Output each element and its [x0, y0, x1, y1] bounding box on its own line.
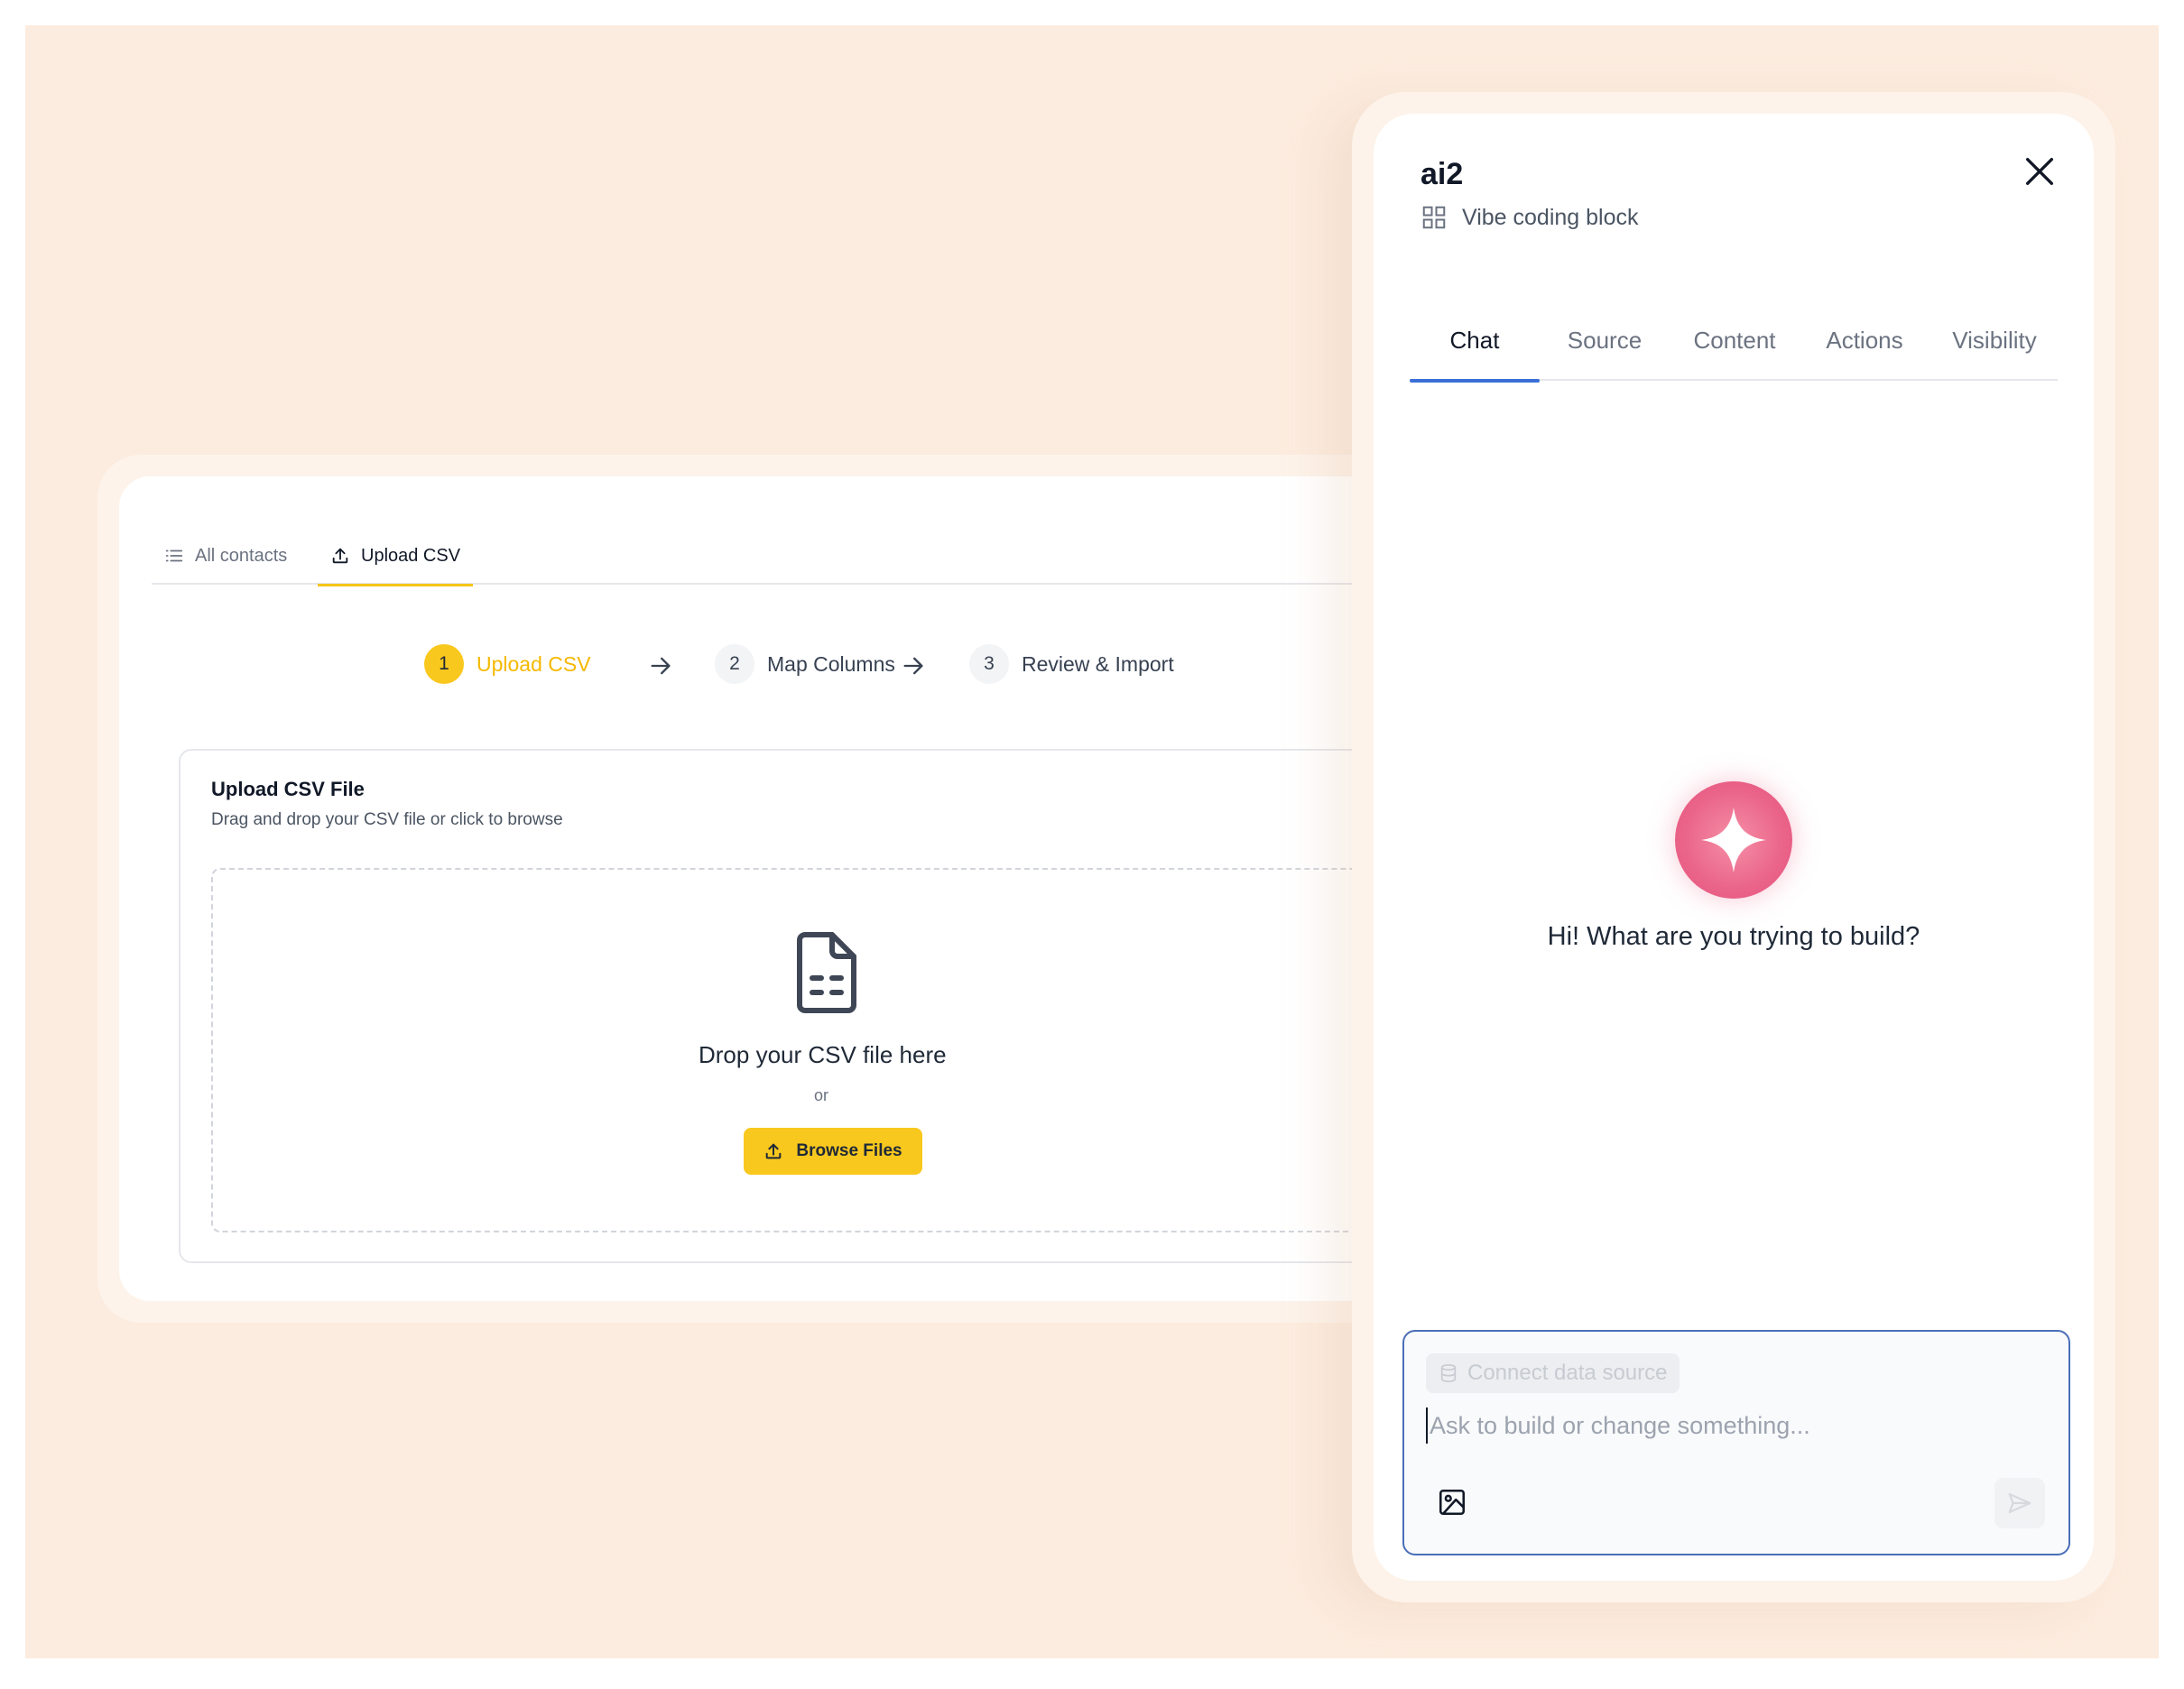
- panel-subtitle: Vibe coding block: [1421, 204, 1639, 231]
- arrow-right-icon: [903, 657, 923, 675]
- tab-all-contacts[interactable]: All contacts: [152, 527, 300, 585]
- contacts-tabs: All contacts Upload CSV: [152, 527, 1410, 586]
- send-icon: [2008, 1492, 2031, 1514]
- tab-source[interactable]: Source: [1540, 323, 1670, 381]
- database-icon: [1440, 1364, 1457, 1382]
- grid-icon: [1422, 206, 1446, 229]
- tab-visibility[interactable]: Visibility: [1930, 323, 2059, 381]
- upload-icon: [766, 1143, 782, 1159]
- tab-content[interactable]: Content: [1670, 323, 1800, 381]
- step-number: 3: [969, 644, 1009, 684]
- tab-chat[interactable]: Chat: [1410, 323, 1540, 383]
- close-icon[interactable]: [2022, 153, 2058, 189]
- step-map-columns: 2 Map Columns: [715, 644, 895, 684]
- sparkle-icon: [1701, 808, 1766, 872]
- upload-subtitle: Drag and drop your CSV file or click to …: [211, 810, 563, 829]
- step-upload-csv: 1 Upload CSV: [424, 644, 591, 684]
- image-icon[interactable]: [1437, 1487, 1467, 1518]
- ai-panel: ai2 Vibe coding block Chat Source Conten…: [1374, 114, 2094, 1581]
- browse-files-label: Browse Files: [796, 1141, 902, 1160]
- or-separator: or: [814, 1086, 829, 1104]
- arrow-right-icon: [651, 657, 671, 675]
- ai-sparkle-avatar: [1675, 781, 1792, 899]
- send-button[interactable]: [1994, 1478, 2045, 1528]
- browse-files-button[interactable]: Browse Files: [744, 1128, 922, 1175]
- step-label: Upload CSV: [477, 651, 591, 676]
- step-number: 1: [424, 644, 464, 684]
- drop-instruction: Drop your CSV file here: [699, 1041, 947, 1068]
- upload-csv-card: Upload CSV File Drag and drop your CSV f…: [179, 749, 1410, 1263]
- connect-data-source-label: Connect data source: [1467, 1361, 1668, 1385]
- list-icon: [165, 549, 183, 562]
- tab-all-contacts-label: All contacts: [195, 545, 288, 566]
- step-label: Review & Import: [1022, 651, 1174, 676]
- canvas-background: All contacts Upload CSV 1 Upload CSV 2 M…: [25, 25, 2159, 1658]
- connect-data-source-chip[interactable]: Connect data source: [1426, 1353, 1680, 1393]
- tab-actions[interactable]: Actions: [1800, 323, 1930, 381]
- file-spreadsheet-icon: [797, 932, 856, 1013]
- tab-upload-csv[interactable]: Upload CSV: [318, 527, 474, 586]
- step-review-import: 3 Review & Import: [969, 644, 1174, 684]
- import-stepper: 1 Upload CSV 2 Map Columns 3 Review & Im…: [119, 644, 1410, 688]
- panel-title: ai2: [1421, 157, 1464, 191]
- ai-panel-tabs: Chat Source Content Actions Visibility: [1410, 323, 2059, 383]
- chat-greeting: Hi! What are you trying to build?: [1547, 922, 1920, 951]
- csv-dropzone[interactable]: Drop your CSV file here or Browse Files: [211, 868, 1410, 1232]
- tab-upload-csv-label: Upload CSV: [361, 545, 461, 566]
- upload-title: Upload CSV File: [211, 778, 365, 800]
- chat-composer: Connect data source: [1402, 1330, 2070, 1555]
- panel-subtitle-label: Vibe coding block: [1462, 204, 1639, 230]
- step-number: 2: [715, 644, 754, 684]
- step-label: Map Columns: [767, 651, 895, 676]
- upload-icon: [332, 548, 348, 564]
- csv-upload-panel: All contacts Upload CSV 1 Upload CSV 2 M…: [119, 476, 1410, 1301]
- chat-input[interactable]: [1426, 1408, 2040, 1444]
